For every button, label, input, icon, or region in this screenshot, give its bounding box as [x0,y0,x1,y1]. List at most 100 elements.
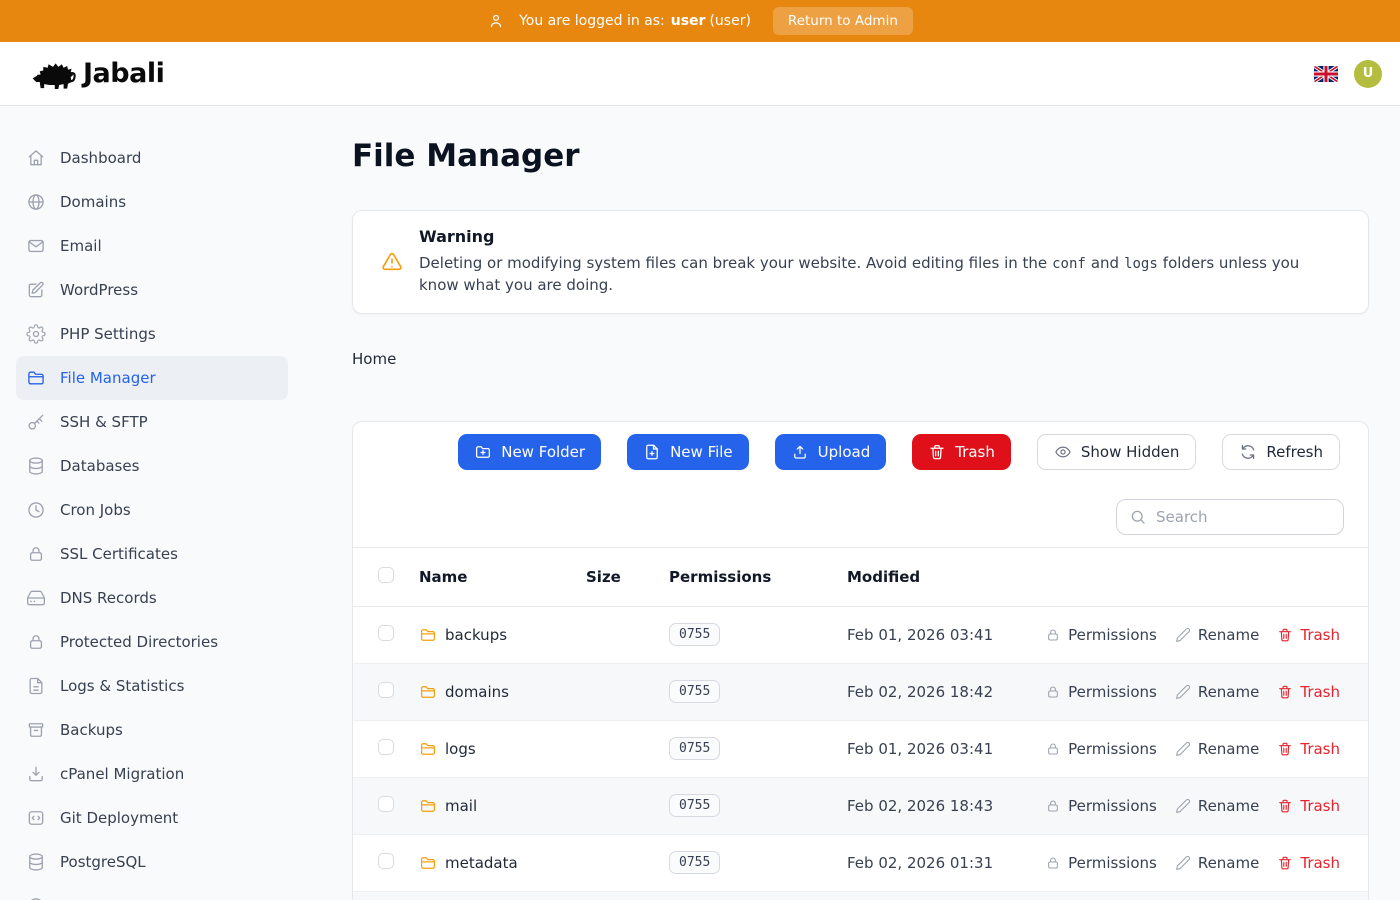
permissions-action[interactable]: Permissions [1045,797,1157,815]
folder-icon [419,683,437,701]
pencil-icon [1175,798,1191,814]
trash-action[interactable]: Trash [1277,683,1340,701]
brand-name: Jabali [83,58,164,89]
code-conf: conf [1052,256,1086,272]
rename-action[interactable]: Rename [1175,854,1260,872]
sidebar-item-databases[interactable]: Databases [16,444,288,488]
sidebar: Dashboard Domains Email WordPress PHP Se… [0,106,304,900]
sidebar-item-domains[interactable]: Domains [16,180,288,224]
page-title: File Manager [352,138,1369,174]
sidebar-item-partial[interactable] [16,884,288,900]
return-to-admin-button[interactable]: Return to Admin [773,7,913,35]
column-header-permissions: Permissions [669,568,847,586]
rename-action[interactable]: Rename [1175,740,1260,758]
clock-icon [26,500,46,520]
permissions-action[interactable]: Permissions [1045,854,1157,872]
pencil-icon [1175,741,1191,757]
trash-action[interactable]: Trash [1277,626,1340,644]
refresh-button[interactable]: Refresh [1222,434,1340,470]
trash-icon [1277,855,1293,871]
archive-icon [26,720,46,740]
trash-action[interactable]: Trash [1277,797,1340,815]
sidebar-item-dashboard[interactable]: Dashboard [16,136,288,180]
folder-link[interactable]: logs [419,740,586,758]
permissions-action[interactable]: Permissions [1045,626,1157,644]
user-avatar[interactable]: U [1354,60,1382,88]
table-row: 0755 Permissions Rename Trash [353,892,1368,900]
download-icon [26,764,46,784]
folder-link[interactable]: domains [419,683,586,701]
database-icon [26,852,46,872]
sidebar-item-backups[interactable]: Backups [16,708,288,752]
table-row: mail 0755 Feb 02, 2026 18:43 Permissions… [353,778,1368,835]
sidebar-item-postgresql[interactable]: PostgreSQL [16,840,288,884]
select-all-checkbox[interactable] [378,567,394,583]
key-icon [26,412,46,432]
table-row: domains 0755 Feb 02, 2026 18:42 Permissi… [353,664,1368,721]
row-actions: Permissions Rename Trash [1045,740,1340,758]
row-checkbox[interactable] [378,796,394,812]
permissions-action[interactable]: Permissions [1045,740,1157,758]
sidebar-item-cron-jobs[interactable]: Cron Jobs [16,488,288,532]
sidebar-item-wordpress[interactable]: WordPress [16,268,288,312]
lock-icon [26,544,46,564]
refresh-icon [1239,443,1257,461]
sidebar-item-cpanel-migration[interactable]: cPanel Migration [16,752,288,796]
trash-button[interactable]: Trash [912,434,1011,470]
sidebar-item-git-deployment[interactable]: Git Deployment [16,796,288,840]
row-checkbox[interactable] [378,739,394,755]
rename-action[interactable]: Rename [1175,626,1260,644]
trash-icon [1277,627,1293,643]
column-header-size: Size [586,568,669,586]
circle-icon [26,896,46,900]
lock-icon [1045,684,1061,700]
trash-icon [1277,741,1293,757]
breadcrumb-home[interactable]: Home [352,350,396,368]
uk-flag-language-icon[interactable] [1314,66,1338,82]
permissions-action[interactable]: Permissions [1045,683,1157,701]
folder-link[interactable]: mail [419,797,586,815]
sidebar-item-protected-directories[interactable]: Protected Directories [16,620,288,664]
show-hidden-button[interactable]: Show Hidden [1037,434,1196,470]
trash-icon [928,443,946,461]
new-file-button[interactable]: New File [627,434,749,470]
sidebar-item-logs-statistics[interactable]: Logs & Statistics [16,664,288,708]
modified-cell: Feb 02, 2026 18:43 [847,797,1045,815]
table-row: logs 0755 Feb 01, 2026 03:41 Permissions… [353,721,1368,778]
folder-link[interactable]: backups [419,626,586,644]
folder-icon [419,740,437,758]
sidebar-item-ssh-sftp[interactable]: SSH & SFTP [16,400,288,444]
upload-button[interactable]: Upload [775,434,887,470]
file-manager-card: New Folder New File Upload Trash Show Hi… [352,421,1369,900]
brand-logo[interactable]: Jabali [30,56,164,92]
folder-link[interactable]: metadata [419,854,586,872]
modified-cell: Feb 01, 2026 03:41 [847,626,1045,644]
trash-icon [1277,798,1293,814]
main-content: File Manager Warning Deleting or modifyi… [304,106,1400,900]
sidebar-item-email[interactable]: Email [16,224,288,268]
sidebar-item-file-manager[interactable]: File Manager [16,356,288,400]
warning-triangle-icon [381,251,403,273]
row-checkbox[interactable] [378,853,394,869]
trash-action[interactable]: Trash [1277,854,1340,872]
pencil-icon [1175,684,1191,700]
sidebar-item-dns-records[interactable]: DNS Records [16,576,288,620]
search-input[interactable] [1156,508,1350,526]
pencil-icon [1175,855,1191,871]
warning-title: Warning [419,227,1340,246]
row-checkbox[interactable] [378,682,394,698]
rename-action[interactable]: Rename [1175,797,1260,815]
header-actions: U [1314,60,1382,88]
impersonation-banner: You are logged in as:user(user) Return t… [0,0,1400,42]
sidebar-item-ssl-certificates[interactable]: SSL Certificates [16,532,288,576]
modified-cell: Feb 01, 2026 03:41 [847,740,1045,758]
row-actions: Permissions Rename Trash [1045,626,1340,644]
permissions-badge: 0755 [669,623,720,646]
boar-logo-icon [30,56,76,92]
row-checkbox[interactable] [378,625,394,641]
new-folder-button[interactable]: New Folder [458,434,601,470]
rename-action[interactable]: Rename [1175,683,1260,701]
lock-icon [1045,741,1061,757]
trash-action[interactable]: Trash [1277,740,1340,758]
sidebar-item-php-settings[interactable]: PHP Settings [16,312,288,356]
